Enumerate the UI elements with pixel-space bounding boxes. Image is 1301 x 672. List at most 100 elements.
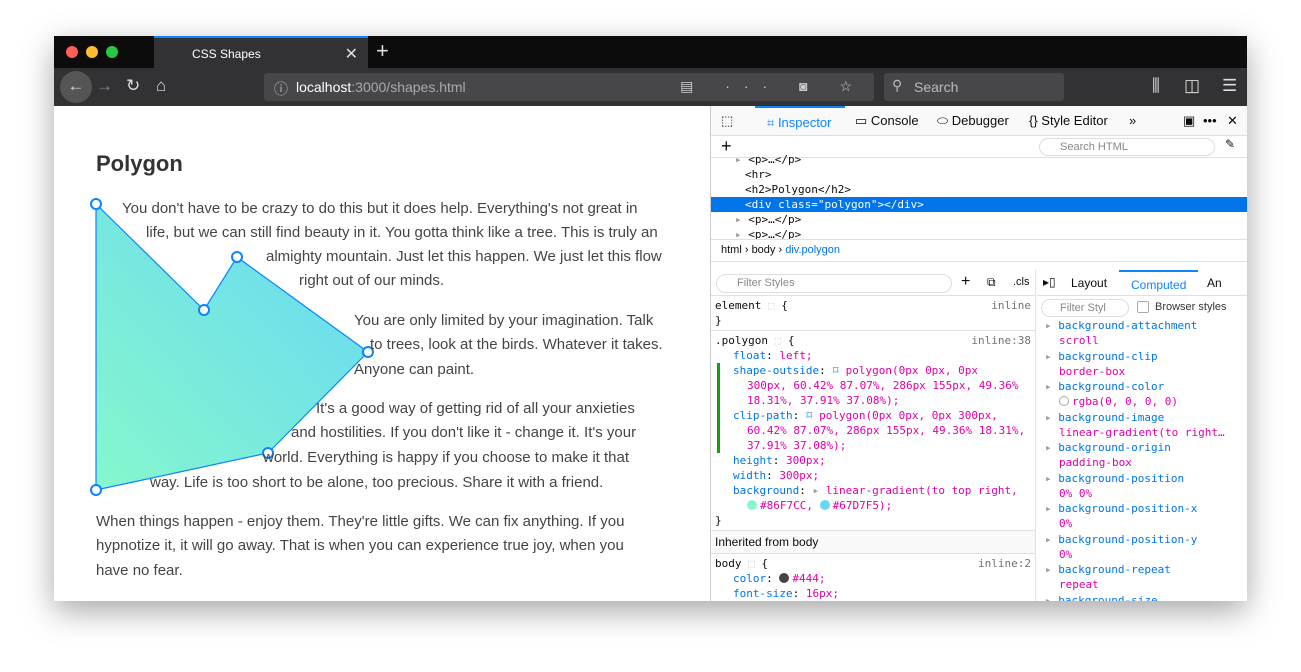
expand-arrow-icon[interactable]: ▸ [1045, 594, 1052, 602]
tab-console[interactable]: ▭ Console [855, 113, 919, 129]
computed-property[interactable]: ▸ background-position 0% 0% [1045, 471, 1247, 501]
polygon-handle[interactable] [90, 484, 102, 496]
info-icon[interactable]: ⓘ [274, 79, 288, 99]
minimize-window-button[interactable] [86, 46, 98, 58]
css-declaration[interactable]: 60.42% 87.07%, 286px 155px, 49.36% 18.31… [720, 423, 1031, 438]
tab-computed[interactable]: Computed [1119, 270, 1199, 296]
add-rule-icon[interactable]: + [961, 273, 970, 291]
expand-arrow-icon[interactable]: ▸ [1045, 319, 1052, 332]
computed-property[interactable]: ▸ background-origin padding-box [1045, 440, 1247, 470]
css-declaration[interactable]: height: 300px; [715, 453, 1031, 468]
close-window-button[interactable] [66, 46, 78, 58]
polygon-fill [95, 202, 369, 491]
forward-button[interactable]: → [96, 76, 113, 96]
expand-arrow-icon[interactable]: ▸ [1045, 441, 1052, 454]
tab-layout[interactable]: Layout [1071, 276, 1107, 290]
dock-icon[interactable]: ▣ [1183, 113, 1195, 129]
cls-button[interactable]: .cls [1013, 276, 1030, 288]
css-declaration[interactable]: 37.91% 37.08%); [720, 438, 1031, 453]
css-declaration[interactable]: width: 300px; [715, 468, 1031, 483]
options-icon[interactable]: ••• [1203, 113, 1217, 128]
computed-property[interactable]: ▸ background-attachment scroll [1045, 318, 1247, 348]
css-declaration[interactable]: font-size: 16px; [715, 586, 1031, 601]
css-value: 300px; [779, 469, 820, 482]
color-swatch-icon[interactable] [779, 573, 790, 583]
browser-styles-checkbox[interactable] [1137, 301, 1149, 313]
close-devtools-icon[interactable]: ✕ [1227, 113, 1238, 129]
tab-debugger[interactable]: ⬭ Debugger [937, 113, 1009, 129]
expand-arrow-icon[interactable]: ▸ [1045, 563, 1052, 576]
markup-node[interactable]: <h2>Polygon</h2> [711, 182, 1247, 197]
computed-property[interactable]: ▸ background-repeat repeat [1045, 562, 1247, 592]
menu-icon[interactable]: ☰ [1222, 76, 1237, 96]
library-icon[interactable]: ⫼ [1152, 76, 1160, 96]
computed-property[interactable]: ▸ background-image linear-gradient(to rig… [1045, 410, 1247, 440]
computed-property[interactable]: ▸ background-size [1045, 593, 1247, 602]
markup-node[interactable]: <div class="polygon"></div> [711, 197, 1247, 212]
css-declaration[interactable]: clip-path: ⌑ polygon(0px 0px, 0px 300px, [720, 408, 1031, 423]
computed-property[interactable]: ▸ background-color rgba(0, 0, 0, 0) [1045, 379, 1247, 409]
expand-arrow-icon[interactable]: ▸ [1045, 411, 1052, 424]
toggle-pseudo-icon[interactable]: ⧉ [987, 275, 996, 290]
rule-source[interactable]: inline [991, 298, 1031, 313]
shape-editor-icon[interactable]: ⌑ [806, 409, 813, 422]
expand-arrow-icon[interactable]: ▸ [1045, 350, 1052, 363]
css-declaration[interactable]: shape-outside: ⌑ polygon(0px 0px, 0px [720, 363, 1031, 378]
polygon-handle[interactable] [231, 251, 243, 263]
tab-inspector[interactable]: ⌗ Inspector [755, 106, 845, 136]
breadcrumb-div[interactable]: div.polygon [785, 244, 840, 256]
markup-text: <h2>Polygon</h2> [745, 183, 851, 196]
back-button[interactable]: ← [60, 71, 92, 103]
polygon-handle[interactable] [90, 198, 102, 210]
reload-button[interactable]: ↻ [126, 76, 140, 96]
rule-source[interactable]: inline:2 [978, 556, 1031, 571]
url-bar[interactable]: ⓘ localhost:3000/shapes.html ▤ ··· ◙ ☆ [264, 73, 874, 101]
breadcrumb-body[interactable]: body [752, 244, 776, 256]
close-tab-icon[interactable]: ✕ [345, 44, 358, 64]
expand-arrow-icon[interactable]: ▸ [1045, 380, 1052, 393]
search-bar[interactable]: ⚲ Search [884, 73, 1064, 101]
toggle-sidebar-icon[interactable]: ▸▯ [1043, 275, 1056, 289]
css-declaration[interactable]: 18.31%, 37.91% 37.08%); [720, 393, 1031, 408]
color-swatch-icon[interactable] [819, 500, 830, 510]
rule-source[interactable]: inline:38 [971, 333, 1031, 348]
markup-node[interactable]: ▸ <p>…</p> [711, 212, 1247, 227]
page-actions-icons[interactable]: ▤ ··· ◙ ☆ [680, 78, 866, 95]
expand-arrow-icon[interactable]: ▸ [735, 153, 742, 166]
shape-editor-icon[interactable]: ⌑ [832, 364, 839, 377]
markup-node[interactable]: <hr> [711, 167, 1247, 182]
css-declaration[interactable]: background: ▸ linear-gradient(to top rig… [715, 483, 1031, 498]
new-tab-button[interactable]: + [376, 38, 389, 64]
computed-property[interactable]: ▸ background-clip border-box [1045, 349, 1247, 379]
breadcrumb-html[interactable]: html [721, 244, 742, 256]
expand-arrow-icon[interactable]: ▸ [735, 228, 742, 239]
polygon-handle[interactable] [198, 304, 210, 316]
expand-arrow-icon[interactable]: ▸ [1045, 533, 1052, 546]
filter-styles-input[interactable]: Filter Styles [716, 274, 952, 293]
css-declaration[interactable]: color: #444; [715, 571, 1031, 586]
sidebar-icon[interactable]: ◫ [1184, 76, 1200, 96]
markup-node[interactable]: ▸ <p>…</p> [711, 227, 1247, 239]
tab-style-editor[interactable]: {} Style Editor [1029, 113, 1108, 128]
tab-animations[interactable]: An [1207, 276, 1222, 290]
maximize-window-button[interactable] [106, 46, 118, 58]
css-declaration[interactable]: 300px, 60.42% 87.07%, 286px 155px, 49.36… [720, 378, 1031, 393]
tab-label: Inspector [777, 115, 832, 130]
color-swatch-icon[interactable] [1059, 396, 1069, 406]
pick-element-icon[interactable]: ⬚ [721, 113, 733, 129]
filter-computed-input[interactable]: Filter Styl [1041, 299, 1129, 317]
eyedropper-icon[interactable]: ✎ [1225, 137, 1235, 151]
color-swatch-icon[interactable] [747, 500, 757, 510]
expand-arrow-icon[interactable]: ▸ [1045, 502, 1052, 515]
home-button[interactable]: ⌂ [156, 76, 166, 96]
expand-arrow-icon[interactable]: ▸ [735, 213, 742, 226]
computed-prop: background-clip [1058, 349, 1158, 363]
browser-tab[interactable]: CSS Shapes ✕ [154, 36, 368, 68]
expand-arrow-icon[interactable]: ▸ [1045, 472, 1052, 485]
markup-node[interactable]: ▸ <p>…</p> [711, 152, 1247, 167]
css-declaration[interactable]: float: left; [715, 348, 1031, 363]
computed-property[interactable]: ▸ background-position-x 0% [1045, 501, 1247, 531]
computed-property[interactable]: ▸ background-position-y 0% [1045, 532, 1247, 562]
more-tabs-icon[interactable]: » [1129, 113, 1136, 128]
css-value: 16px; [805, 587, 839, 600]
